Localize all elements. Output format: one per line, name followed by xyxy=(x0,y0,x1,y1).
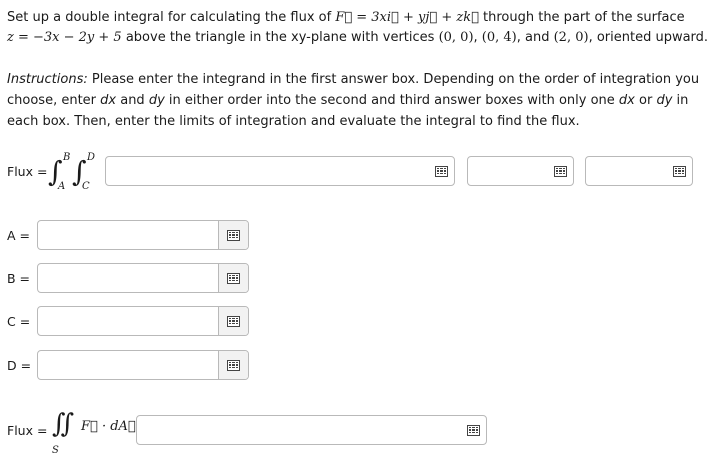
final-flux-label: Flux = xyxy=(7,423,48,438)
limit-A-field-label: A = xyxy=(7,228,30,243)
keyboard-button[interactable] xyxy=(218,307,248,335)
keyboard-button[interactable] xyxy=(218,351,248,379)
instructions-text: in either order into the second and thir… xyxy=(164,93,619,108)
limit-C-label: C xyxy=(82,181,90,192)
limit-D-label: D xyxy=(87,152,96,163)
keyboard-icon[interactable] xyxy=(435,165,448,177)
flux-label: Flux = xyxy=(7,164,48,179)
vertex-3: (2, 0) xyxy=(553,30,589,45)
integrand-input[interactable] xyxy=(105,156,455,186)
problem-line-2: z = −3x − 2y + 5 above the triangle in t… xyxy=(7,30,709,45)
keyboard-icon[interactable] xyxy=(673,165,686,177)
surface-integral-sign: ∬ xyxy=(52,409,75,439)
vector-field: F⃗ = 3xi⃗ + yj⃗ + zk⃗ xyxy=(335,10,479,25)
instructions-text: and xyxy=(116,93,149,108)
limit-D-field-label: D = xyxy=(7,358,32,373)
limit-B-input[interactable] xyxy=(37,263,249,293)
surface-equation: z = −3x − 2y + 5 xyxy=(7,30,122,45)
problem-line-1: Set up a double integral for calculating… xyxy=(7,9,685,27)
vertex-1: (0, 0) xyxy=(438,30,474,45)
differential-2-input[interactable] xyxy=(585,156,693,186)
keyboard-icon[interactable] xyxy=(467,424,480,436)
instructions: Instructions: Please enter the integrand… xyxy=(7,69,707,132)
keyboard-icon xyxy=(227,315,240,327)
limit-B-field-label: B = xyxy=(7,271,31,286)
flux-answer-input[interactable] xyxy=(136,415,487,445)
instructions-label: Instructions: xyxy=(7,72,88,87)
differential-1-input[interactable] xyxy=(467,156,574,186)
keyboard-button[interactable] xyxy=(218,221,248,249)
keyboard-icon xyxy=(227,359,240,371)
dx-term: dx xyxy=(618,93,635,108)
problem-text: and xyxy=(525,30,550,45)
problem-text: Set up a double integral for calculating… xyxy=(7,10,336,25)
surface-subscript: S xyxy=(52,445,59,456)
limit-C-field-label: C = xyxy=(7,314,31,329)
keyboard-icon[interactable] xyxy=(554,165,567,177)
limit-C-input[interactable] xyxy=(37,306,249,336)
keyboard-icon xyxy=(227,229,240,241)
problem-text: through the part of the surface xyxy=(478,10,685,25)
limit-D-input[interactable] xyxy=(37,350,249,380)
dy-term: dy xyxy=(656,93,673,108)
limit-B-label: B xyxy=(63,152,71,163)
dx-term: dx xyxy=(100,93,117,108)
limit-A-label: A xyxy=(58,181,66,192)
problem-text: above the triangle in the xy-plane with … xyxy=(121,30,439,45)
keyboard-button[interactable] xyxy=(218,264,248,292)
instructions-text: or xyxy=(634,93,657,108)
limit-A-input[interactable] xyxy=(37,220,249,250)
problem-text: , oriented upward. xyxy=(588,30,709,45)
surface-integral: ∬ S F⃗ · dA⃗ = xyxy=(52,408,151,458)
double-integral-sign: ∫ B A ∫ D C xyxy=(48,152,104,194)
keyboard-icon xyxy=(227,272,240,284)
vertex-2: (0, 4) xyxy=(481,30,517,45)
dy-term: dy xyxy=(148,93,165,108)
